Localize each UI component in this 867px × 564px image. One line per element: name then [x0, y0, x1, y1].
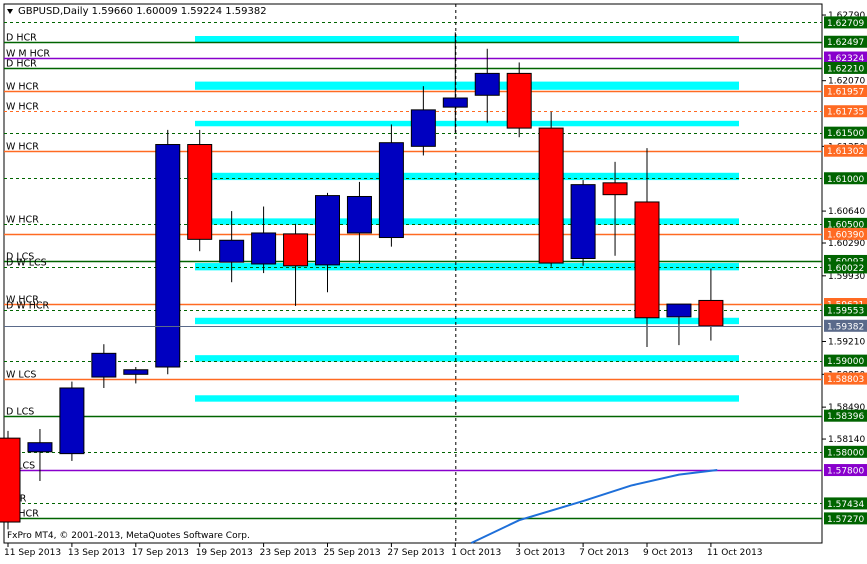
level-label: D W LCS — [6, 258, 47, 269]
level-label: W LCS — [6, 370, 36, 381]
level-label: W HCR — [6, 215, 39, 226]
zone-rect — [195, 81, 739, 90]
chart-svg[interactable]: D HCRW M HCRD HCRW HCRW HCRW HCRW HCRD L… — [0, 0, 867, 560]
bear-candle-body — [602, 182, 628, 196]
bull-candle-body — [155, 144, 181, 368]
level-label: D HCR — [6, 59, 37, 70]
price-badge-label: 1.61000 — [827, 175, 864, 185]
zone-rect — [195, 120, 739, 127]
price-badge-label: 1.58396 — [827, 412, 864, 422]
bear-candle-body — [634, 201, 660, 319]
bear-candle-body — [187, 144, 213, 240]
bull-candle-body — [474, 72, 500, 96]
time-axis: 11 Sep 2013 13 Sep 2013 17 Sep 2013 19 Sep … — [4, 543, 763, 558]
bull-candle-body — [346, 195, 372, 234]
copyright-text: FxPro MT4, © 2001-2013, MetaQuotes Softw… — [7, 531, 250, 541]
price-badge-label: 1.61957 — [827, 87, 864, 97]
bull-candle-body — [91, 352, 117, 378]
time-tick-label: 11 Sep 2013 — [4, 548, 61, 558]
time-tick-label: 13 Sep 2013 — [68, 548, 125, 558]
time-tick-label: 19 Sep 2013 — [196, 548, 253, 558]
axis-tick-label: 1.60290 — [828, 239, 865, 249]
ma-line — [470, 469, 718, 544]
zone-rect — [195, 355, 739, 362]
levels-layer: D HCRW M HCRD HCRW HCRW HCRW HCRW HCRD L… — [4, 22, 822, 520]
bull-candle-body — [219, 239, 245, 263]
price-badge-label: 1.62210 — [827, 64, 864, 74]
axis-tick-label: 1.59210 — [828, 337, 865, 347]
chart-title: GBPUSD,Daily 1.59660 1.60009 1.59224 1.5… — [18, 6, 267, 17]
bear-candle-body — [283, 233, 309, 267]
zone-rect — [195, 317, 739, 325]
level-label: D HCR — [6, 33, 37, 44]
time-tick-label: 1 Oct 2013 — [451, 548, 501, 558]
time-tick-label: 11 Oct 2013 — [707, 548, 763, 558]
price-badge-label: 1.62709 — [827, 19, 864, 29]
chart-area[interactable]: D HCR W M HCR D HCR W HCR W HCR W HCR W HCR D L… — [0, 0, 867, 560]
bull-candle-body — [666, 303, 692, 318]
time-tick-label: 17 Sep 2013 — [132, 548, 189, 558]
price-badge-label: 1.59553 — [827, 307, 864, 317]
time-tick-label: 9 Oct 2013 — [643, 548, 693, 558]
price-badge-label: 1.58000 — [827, 448, 864, 458]
price-badge-label: 1.60390 — [827, 230, 864, 240]
time-tick-label: 23 Sep 2013 — [260, 548, 317, 558]
time-tick-label: 27 Sep 2013 — [387, 548, 444, 558]
price-badge-label: 1.62497 — [827, 38, 864, 48]
bull-candle-body — [410, 109, 436, 147]
bull-candle-body — [251, 232, 277, 265]
price-badge-label: 1.60022 — [827, 264, 864, 274]
level-label: W HCR — [6, 142, 39, 153]
level-label: D LCS — [6, 407, 34, 418]
axis-tick-label: 1.58140 — [828, 435, 865, 445]
level-label: D W HCR — [6, 301, 50, 312]
bull-candle-body — [442, 97, 468, 108]
price-badge-label: 1.61500 — [827, 129, 864, 139]
axis-tick-label: 1.60640 — [828, 207, 865, 217]
time-tick-label: 3 Oct 2013 — [515, 548, 565, 558]
triangle-down-icon[interactable] — [7, 9, 13, 14]
level-label: W HCR — [6, 102, 39, 113]
price-badge-label: 1.57434 — [827, 500, 864, 510]
time-tick-label: 7 Oct 2013 — [579, 548, 629, 558]
price-badge-label: 1.57800 — [827, 467, 864, 477]
price-badge-label: 1.57270 — [827, 515, 864, 525]
price-badge-label: 1.61302 — [827, 147, 864, 157]
zone-rect — [195, 395, 739, 402]
bull-candle-body — [123, 369, 149, 375]
candles-layer — [0, 32, 724, 530]
price-axis: 1.627901.620701.613501.606401.602901.599… — [822, 11, 867, 525]
price-badge-label: 1.58803 — [827, 375, 864, 385]
bull-candle-body — [378, 142, 404, 239]
bull-candle-body — [59, 387, 85, 455]
bear-candle-body — [0, 437, 21, 523]
price-badge-label: 1.59000 — [827, 357, 864, 367]
bear-candle-body — [506, 72, 532, 129]
time-tick-label: 25 Sep 2013 — [324, 548, 381, 558]
bull-candle-body — [27, 442, 53, 453]
bear-candle-body — [538, 127, 564, 264]
price-badge-label: 1.61735 — [827, 108, 864, 118]
zone-rect — [195, 36, 739, 43]
bull-candle-body — [570, 184, 596, 259]
level-label: W HCR — [6, 82, 39, 93]
current-price-label: 1.59382 — [827, 322, 864, 332]
bear-candle-body — [698, 299, 724, 327]
bull-candle-body — [315, 195, 340, 266]
